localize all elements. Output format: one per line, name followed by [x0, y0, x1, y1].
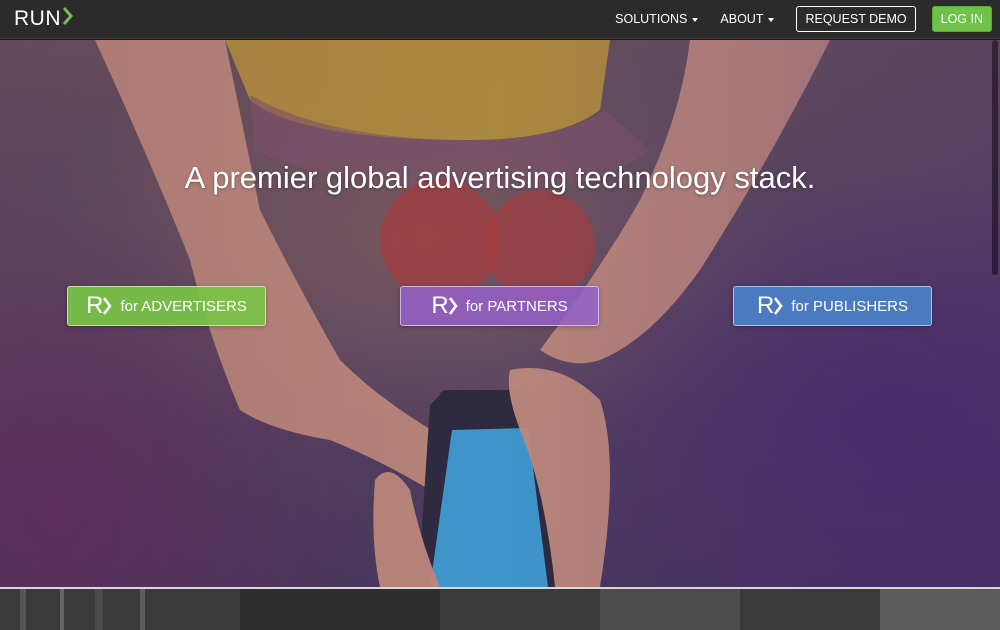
r-chevron-icon: R [86, 294, 113, 318]
nav-actions: SOLUTIONS ABOUT REQUEST DEMO LOG IN [615, 6, 992, 32]
r-chevron-icon: R [431, 294, 458, 318]
hero-section: A premier global advertising technology … [0, 40, 1000, 587]
logo-text: RUN [14, 7, 61, 30]
request-demo-button[interactable]: REQUEST DEMO [796, 6, 916, 32]
hero-headline: A premier global advertising technology … [184, 160, 816, 195]
nav-about-label: ABOUT [720, 12, 764, 26]
run-logo-chevron-icon [62, 7, 73, 31]
advertisers-button-label: for ADVERTISERS [120, 297, 247, 315]
r-chevron-icon: R [757, 294, 783, 318]
next-section-preview [0, 587, 1000, 630]
caret-down-icon [692, 17, 699, 22]
publishers-button-label: for PUBLISHERS [791, 297, 909, 315]
partners-button-label: for PARTNERS [465, 297, 568, 315]
caret-down-icon [768, 17, 775, 22]
publishers-button[interactable]: R for PUBLISHERS [733, 286, 932, 326]
top-navbar: RUN SOLUTIONS ABOUT REQUEST DEMO LOG IN [0, 0, 1000, 39]
run-logo[interactable]: RUN [14, 7, 73, 31]
partners-button[interactable]: R for PARTNERS [400, 286, 599, 326]
nav-solutions-dropdown[interactable]: SOLUTIONS [615, 12, 699, 26]
page-scrollbar[interactable] [992, 40, 998, 275]
nav-solutions-label: SOLUTIONS [615, 12, 688, 26]
street-photo-preview [0, 589, 1000, 630]
advertisers-button[interactable]: R for ADVERTISERS [67, 286, 266, 326]
login-button[interactable]: LOG IN [931, 6, 992, 32]
nav-about-dropdown[interactable]: ABOUT [720, 12, 775, 26]
